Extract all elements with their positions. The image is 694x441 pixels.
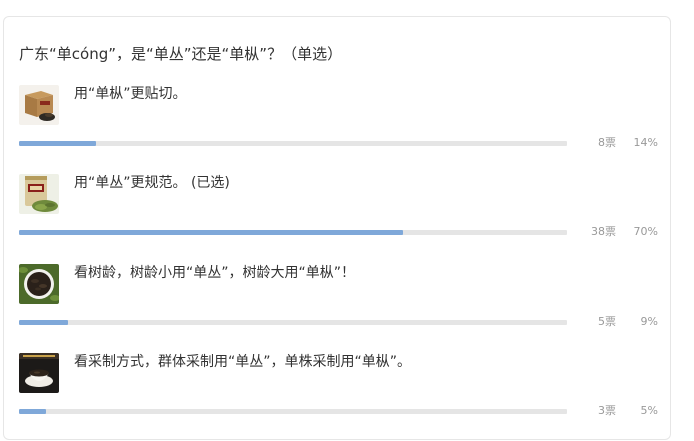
option-label: 看树龄，树龄小用“单丛”，树龄大用“单枞”！ xyxy=(74,265,356,281)
tea-cup-thumbnail xyxy=(19,353,59,393)
vote-progress-fill xyxy=(19,230,403,235)
poll-option[interactable]: 看采制方式，群体采制用“单丛”，单株采制用“单枞”。 3票 5% xyxy=(4,353,672,441)
vote-percent: 70% xyxy=(633,225,658,238)
vote-progress-fill xyxy=(19,320,69,325)
vote-count: 3票 xyxy=(598,404,616,417)
option-label: 看采制方式，群体采制用“单丛”，单株采制用“单枞”。 xyxy=(74,354,412,370)
poll-card: 广东“单cóng”，是“单丛”还是“单枞”？（单选） 用“单枞”更贴切。 8票 … xyxy=(3,16,671,440)
vote-progress-fill xyxy=(19,409,47,414)
vote-percent: 9% xyxy=(640,315,658,328)
vote-percent: 14% xyxy=(633,136,658,149)
poll-option[interactable]: 看树龄，树龄小用“单丛”，树龄大用“单枞”！ 5票 9% xyxy=(4,264,672,352)
tea-can-thumbnail xyxy=(19,174,59,214)
poll-option[interactable]: 用“单枞”更贴切。 8票 14% xyxy=(4,85,672,173)
vote-percent: 5% xyxy=(640,404,658,417)
tea-leaves-thumbnail xyxy=(19,264,59,304)
option-label: 用“单枞”更贴切。 xyxy=(74,86,187,102)
poll-question: 广东“单cóng”，是“单丛”还是“单枞”？（单选） xyxy=(19,45,343,63)
vote-progress-bar xyxy=(19,141,567,146)
option-label: 用“单丛”更规范。 (已选) xyxy=(74,175,230,191)
vote-progress-bar xyxy=(19,230,567,235)
vote-count: 8票 xyxy=(598,136,616,149)
vote-count: 5票 xyxy=(598,315,616,328)
poll-option-selected[interactable]: 用“单丛”更规范。 (已选) 38票 70% xyxy=(4,174,672,262)
vote-progress-bar xyxy=(19,409,567,414)
vote-count: 38票 xyxy=(591,225,616,238)
vote-progress-fill xyxy=(19,141,96,146)
vote-progress-bar xyxy=(19,320,567,325)
tea-box-thumbnail xyxy=(19,85,59,125)
